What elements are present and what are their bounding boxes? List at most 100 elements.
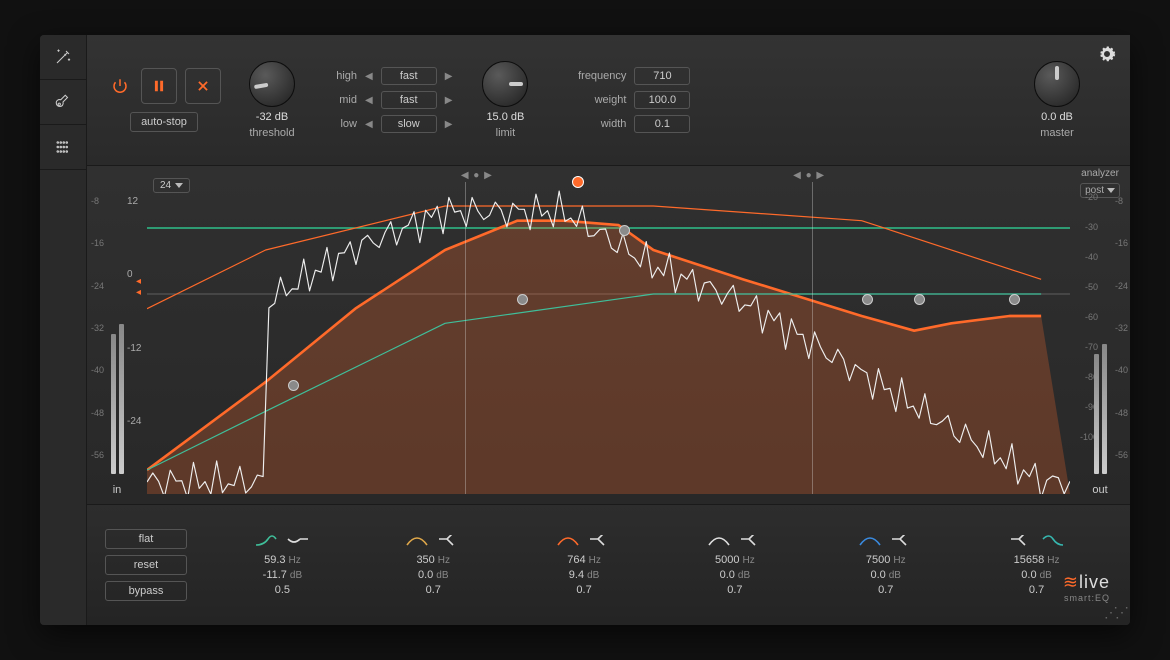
brand-text: live: [1079, 572, 1110, 592]
reset-button[interactable]: reset: [105, 555, 187, 575]
band-q: 0.7: [1029, 584, 1044, 596]
band-q: 0.7: [878, 584, 893, 596]
band-hz: 7500Hz: [866, 554, 906, 566]
stop-button[interactable]: [185, 68, 221, 104]
cursor-bar-2[interactable]: [812, 182, 813, 494]
input-meter: -8-16-24-32-40-48-56 in ◂◂: [87, 166, 147, 504]
band-db: 0.0dB: [1021, 569, 1052, 581]
speed-high-prev[interactable]: ◀: [363, 71, 375, 82]
speed-high-value[interactable]: fast: [381, 67, 437, 85]
band-db: -11.7dB: [263, 569, 303, 581]
wand-tool[interactable]: [40, 35, 86, 80]
band-split-icon: [1041, 535, 1065, 547]
graph-nav-dots-right[interactable]: ◀ ● ▶: [793, 170, 825, 181]
band-4[interactable]: 5000Hz0.0dB0.7: [707, 535, 763, 596]
band-shape-icon: [707, 535, 731, 547]
band-handle[interactable]: [862, 294, 873, 305]
transport-block: auto-stop: [107, 68, 221, 132]
band-hz: 59.3Hz: [264, 554, 301, 566]
speed-low-prev[interactable]: ◀: [363, 119, 375, 130]
band-q: 0.7: [576, 584, 591, 596]
input-meter-label: in: [113, 484, 122, 496]
band-shape-icon: [1009, 535, 1033, 547]
band-split-icon: [588, 535, 612, 547]
speed-mid-value[interactable]: fast: [381, 91, 437, 109]
master-label: master: [1040, 127, 1074, 139]
speed-low-value[interactable]: slow: [381, 115, 437, 133]
speed-high-next[interactable]: ▶: [443, 71, 455, 82]
band-hz: 350Hz: [416, 554, 450, 566]
band-3[interactable]: 764Hz9.4dB0.7: [556, 535, 612, 596]
band-split-icon: [890, 535, 914, 547]
tool-column: [40, 35, 87, 625]
master-block: 0.0 dB master: [1034, 61, 1080, 139]
threshold-block: -32 dB threshold: [249, 61, 295, 139]
input-meter-bars[interactable]: [111, 314, 124, 474]
output-meter-bars[interactable]: [1094, 314, 1107, 474]
bottom-bar: flat reset bypass 59.3Hz-11.7dB0.5350Hz0…: [87, 504, 1130, 625]
threshold-value: -32 dB: [256, 111, 288, 123]
width-value[interactable]: 0.1: [634, 115, 690, 133]
band-hz: 5000Hz: [715, 554, 755, 566]
band-hz: 15658Hz: [1014, 554, 1060, 566]
master-value: 0.0 dB: [1041, 111, 1073, 123]
band-5[interactable]: 7500Hz0.0dB0.7: [858, 535, 914, 596]
speed-mid-next[interactable]: ▶: [443, 95, 455, 106]
in-peak-marker: ◂◂: [136, 276, 141, 298]
cursor-bar-1[interactable]: [465, 182, 466, 494]
speed-high-label: high: [323, 70, 357, 82]
active-band-handle[interactable]: [572, 176, 584, 188]
param-grid: frequency 710 weight 100.0 width 0.1: [556, 67, 690, 133]
width-label: width: [556, 118, 626, 130]
band-handle[interactable]: [619, 225, 630, 236]
output-meter-label: out: [1092, 484, 1107, 496]
band-1[interactable]: 59.3Hz-11.7dB0.5: [254, 535, 310, 596]
eq-grid-tool[interactable]: [40, 125, 86, 170]
guitar-tool[interactable]: [40, 80, 86, 125]
band-6[interactable]: 15658Hz 0.0dB 0.7: [1009, 535, 1065, 596]
master-knob[interactable]: [1034, 61, 1080, 107]
band-split-icon: [437, 535, 461, 547]
band-q: 0.7: [426, 584, 441, 596]
band-split-icon: [739, 535, 763, 547]
band-handle[interactable]: [288, 380, 299, 391]
limit-knob[interactable]: [482, 61, 528, 107]
speed-low-label: low: [323, 118, 357, 130]
band-shape-icon: [405, 535, 429, 547]
settings-button[interactable]: [1098, 45, 1116, 66]
frequency-value[interactable]: 710: [634, 67, 690, 85]
threshold-knob[interactable]: [249, 61, 295, 107]
band-list: 59.3Hz-11.7dB0.5350Hz0.0dB0.7764Hz9.4dB0…: [207, 535, 1112, 596]
action-buttons: flat reset bypass: [105, 529, 187, 601]
graph-nav-dots-left[interactable]: ◀ ● ▶: [461, 170, 493, 181]
band-shape-icon: [858, 535, 882, 547]
plugin-window: auto-stop -32 dB threshold high ◀ fast ▶…: [40, 35, 1130, 625]
power-button[interactable]: [107, 73, 133, 99]
close-icon: [196, 79, 210, 93]
wand-icon: [54, 48, 72, 66]
flat-button[interactable]: flat: [105, 529, 187, 549]
band-hz: 764Hz: [567, 554, 601, 566]
limit-value: 15.0 dB: [486, 111, 524, 123]
eq-grid-icon: [54, 138, 72, 156]
graph-area: -8-16-24-32-40-48-56 in ◂◂ 24 analyzer p…: [87, 166, 1130, 504]
resize-grip[interactable]: ⋰⋰: [1104, 604, 1126, 621]
speed-mid-prev[interactable]: ◀: [363, 95, 375, 106]
brand-mark: ≋: [1063, 572, 1076, 592]
power-icon: [111, 77, 129, 95]
band-shape-icon: [254, 535, 278, 547]
brand-sub: smart:EQ: [1063, 593, 1110, 603]
pause-icon: [152, 79, 166, 93]
weight-label: weight: [556, 94, 626, 106]
threshold-label: threshold: [249, 127, 294, 139]
pause-button[interactable]: [141, 68, 177, 104]
band-2[interactable]: 350Hz0.0dB0.7: [405, 535, 461, 596]
bypass-button[interactable]: bypass: [105, 581, 187, 601]
output-meter: -8-16-24-32-40-48-56 out: [1070, 166, 1130, 504]
auto-stop-button[interactable]: auto-stop: [130, 112, 198, 132]
guitar-icon: [54, 93, 72, 111]
weight-value[interactable]: 100.0: [634, 91, 690, 109]
top-bar: auto-stop -32 dB threshold high ◀ fast ▶…: [87, 35, 1130, 166]
speed-low-next[interactable]: ▶: [443, 119, 455, 130]
eq-graph[interactable]: 24 analyzer post ◀ ● ▶ ◀ ● ▶ 50100200500…: [147, 182, 1070, 494]
